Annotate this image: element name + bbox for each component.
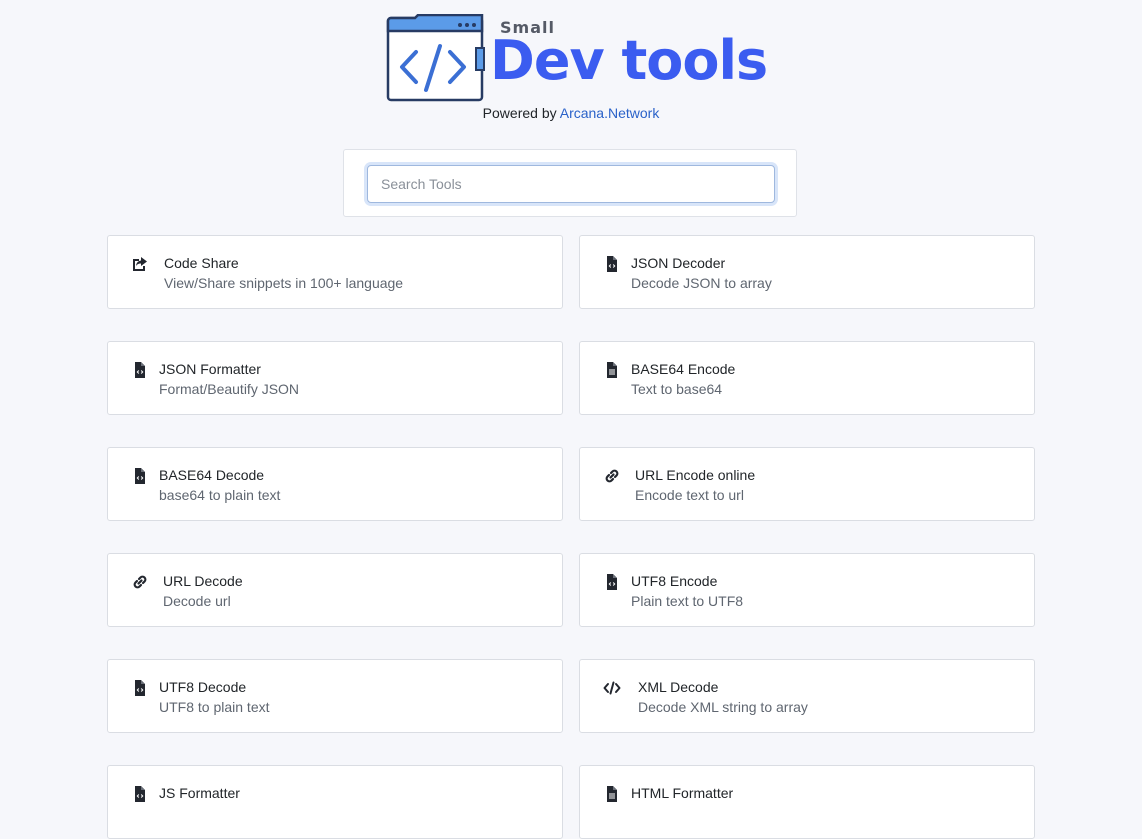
- powered-by-label: Powered by: [482, 105, 557, 121]
- tool-card[interactable]: JSON Formatter Format/Beautify JSON: [107, 341, 563, 415]
- tool-description: Decode JSON to array: [631, 275, 772, 291]
- tool-title: UTF8 Encode: [631, 573, 718, 589]
- tool-card[interactable]: XML Decode Decode XML string to array: [579, 659, 1035, 733]
- tool-description: UTF8 to plain text: [159, 699, 270, 715]
- tool-description: Decode XML string to array: [638, 699, 808, 715]
- share-icon: [133, 257, 147, 271]
- tool-description: Encode text to url: [635, 487, 744, 503]
- tool-card[interactable]: Code Share View/Share snippets in 100+ la…: [107, 235, 563, 309]
- powered-by: Powered by Arcana.Network: [0, 105, 1142, 121]
- tool-description: Plain text to UTF8: [631, 593, 744, 609]
- tool-title: HTML Formatter: [631, 785, 734, 801]
- file-text-icon: [607, 362, 617, 378]
- powered-by-link[interactable]: Arcana.Network: [560, 105, 660, 121]
- tool-card[interactable]: URL Encode online Encode text to url: [579, 447, 1035, 521]
- search-card: [343, 149, 797, 217]
- tool-title: BASE64 Encode: [631, 361, 736, 377]
- file-code-icon: [135, 786, 145, 802]
- tool-title: XML Decode: [638, 679, 719, 695]
- tool-card[interactable]: JS Formatter: [107, 765, 563, 839]
- tool-description: View/Share snippets in 100+ language: [164, 275, 404, 291]
- link-icon: [133, 575, 147, 589]
- tool-card[interactable]: HTML Formatter: [579, 765, 1035, 839]
- link-icon: [605, 469, 619, 483]
- tool-title: URL Decode: [163, 573, 243, 589]
- tool-description: base64 to plain text: [159, 487, 281, 503]
- code-icon: [603, 681, 621, 695]
- tool-title: JS Formatter: [159, 785, 240, 801]
- tool-title: UTF8 Decode: [159, 679, 247, 695]
- tool-title: URL Encode online: [635, 467, 756, 483]
- tool-card[interactable]: URL Decode Decode url: [107, 553, 563, 627]
- file-text-icon: [607, 786, 617, 802]
- site-logo[interactable]: Small Dev tools: [386, 14, 768, 104]
- tool-description: Format/Beautify JSON: [159, 381, 300, 397]
- file-code-icon: [607, 574, 617, 590]
- tool-card[interactable]: BASE64 Encode Text to base64: [579, 341, 1035, 415]
- tool-card[interactable]: UTF8 Encode Plain text to UTF8: [579, 553, 1035, 627]
- tool-description: Decode url: [163, 593, 231, 609]
- tool-card[interactable]: UTF8 Decode UTF8 to plain text: [107, 659, 563, 733]
- tool-title: JSON Formatter: [159, 361, 261, 377]
- file-code-icon: [135, 468, 145, 484]
- file-code-icon: [135, 680, 145, 696]
- tool-title: JSON Decoder: [631, 255, 726, 271]
- tool-title: Code Share: [164, 255, 239, 271]
- code-window-logo-icon: [386, 14, 485, 102]
- file-code-icon: [607, 256, 617, 272]
- tool-title: BASE64 Decode: [159, 467, 265, 483]
- search-input[interactable]: [367, 165, 775, 203]
- tool-card[interactable]: JSON Decoder Decode JSON to array: [579, 235, 1035, 309]
- file-code-icon: [135, 362, 145, 378]
- tool-description: Text to base64: [631, 381, 723, 397]
- tool-card[interactable]: BASE64 Decode base64 to plain text: [107, 447, 563, 521]
- logo-title: Dev tools: [490, 29, 768, 92]
